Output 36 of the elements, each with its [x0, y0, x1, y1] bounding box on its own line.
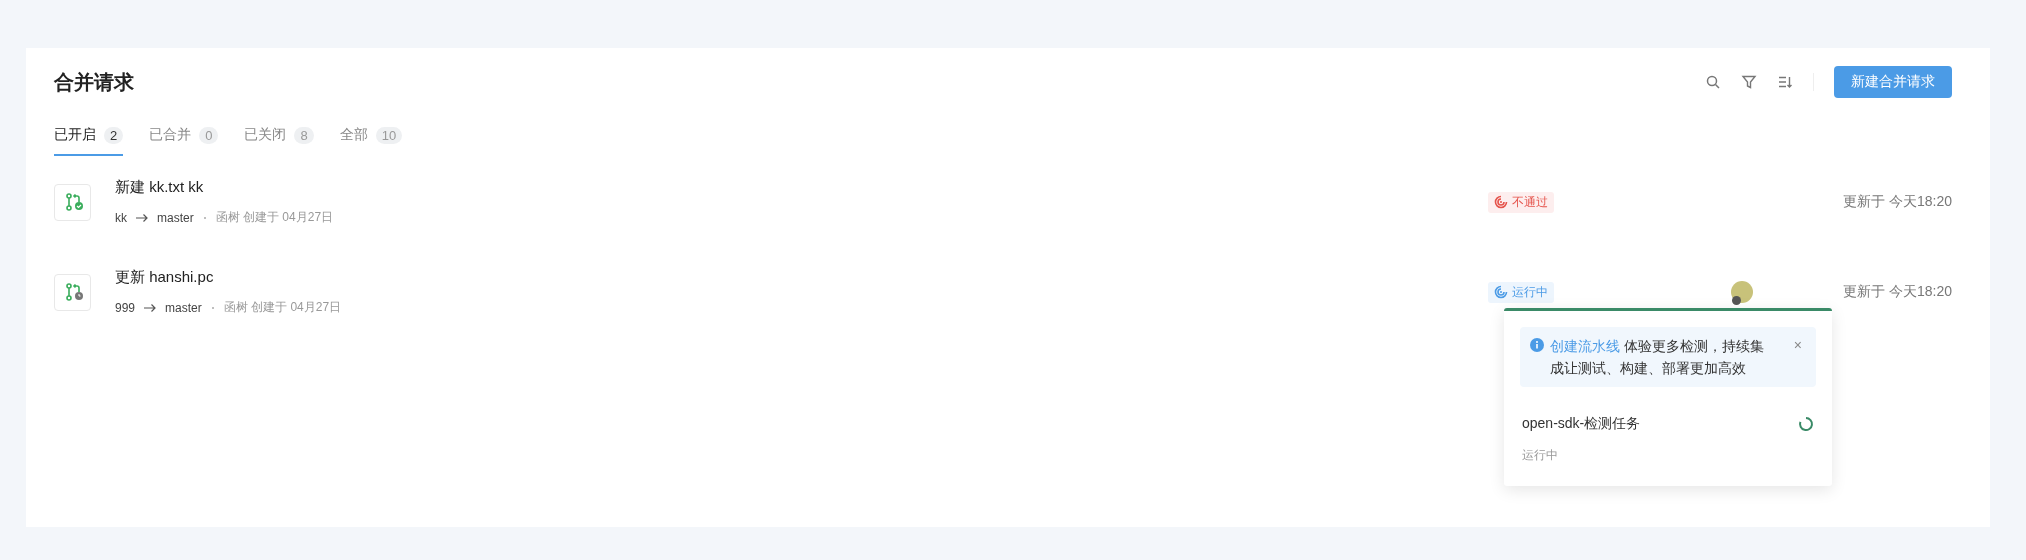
- tab[interactable]: 全部 10: [339, 126, 403, 156]
- tab-count: 8: [294, 126, 314, 144]
- tab[interactable]: 已合并 0: [149, 126, 219, 156]
- arrow-icon: [135, 212, 149, 223]
- filter-button[interactable]: [1741, 74, 1757, 90]
- tab[interactable]: 已开启 2: [54, 126, 124, 156]
- pipeline-icon: [1494, 285, 1508, 299]
- task-status: 运行中: [1521, 447, 1559, 464]
- status-badge: 运行中: [1488, 281, 1554, 303]
- tab-count: 0: [199, 126, 219, 144]
- tab-count: 10: [375, 126, 403, 144]
- close-button[interactable]: ×: [1789, 335, 1806, 355]
- spinner-icon: [1798, 416, 1814, 432]
- request-title[interactable]: 新建 kk.txt kk: [115, 178, 1464, 197]
- new-merge-request-button[interactable]: 新建合并请求: [1834, 66, 1952, 98]
- search-button[interactable]: [1705, 74, 1721, 90]
- page-title: 合并请求: [54, 69, 134, 95]
- target-branch: master: [165, 300, 202, 315]
- updated-time: 更新于 今天18:20: [1843, 193, 1952, 211]
- source-branch: kk: [115, 210, 127, 225]
- arrow-icon: [143, 302, 158, 313]
- tab[interactable]: 已关闭 8: [244, 126, 314, 156]
- sort-button[interactable]: [1777, 74, 1793, 90]
- request-meta: 函树 创建于 04月27日: [223, 299, 342, 316]
- request-meta: 函树 创建于 04月27日: [215, 209, 334, 226]
- info-icon: [1530, 338, 1544, 352]
- target-branch: master: [157, 210, 194, 225]
- tab-count: 2: [104, 126, 124, 144]
- status-badge: 不通过: [1488, 191, 1554, 213]
- create-pipeline-link[interactable]: 创建流水线: [1550, 338, 1620, 354]
- updated-time: 更新于 今天18:20: [1843, 283, 1952, 301]
- notice-text: 创建流水线 体验更多检测，持续集成让测试、构建、部署更加高效: [1550, 337, 1765, 378]
- pipeline-icon: [1494, 195, 1508, 209]
- source-branch: 999: [115, 300, 136, 315]
- request-title[interactable]: 更新 hanshi.pc: [115, 268, 1464, 287]
- task-name: open-sdk-检测任务: [1522, 415, 1641, 433]
